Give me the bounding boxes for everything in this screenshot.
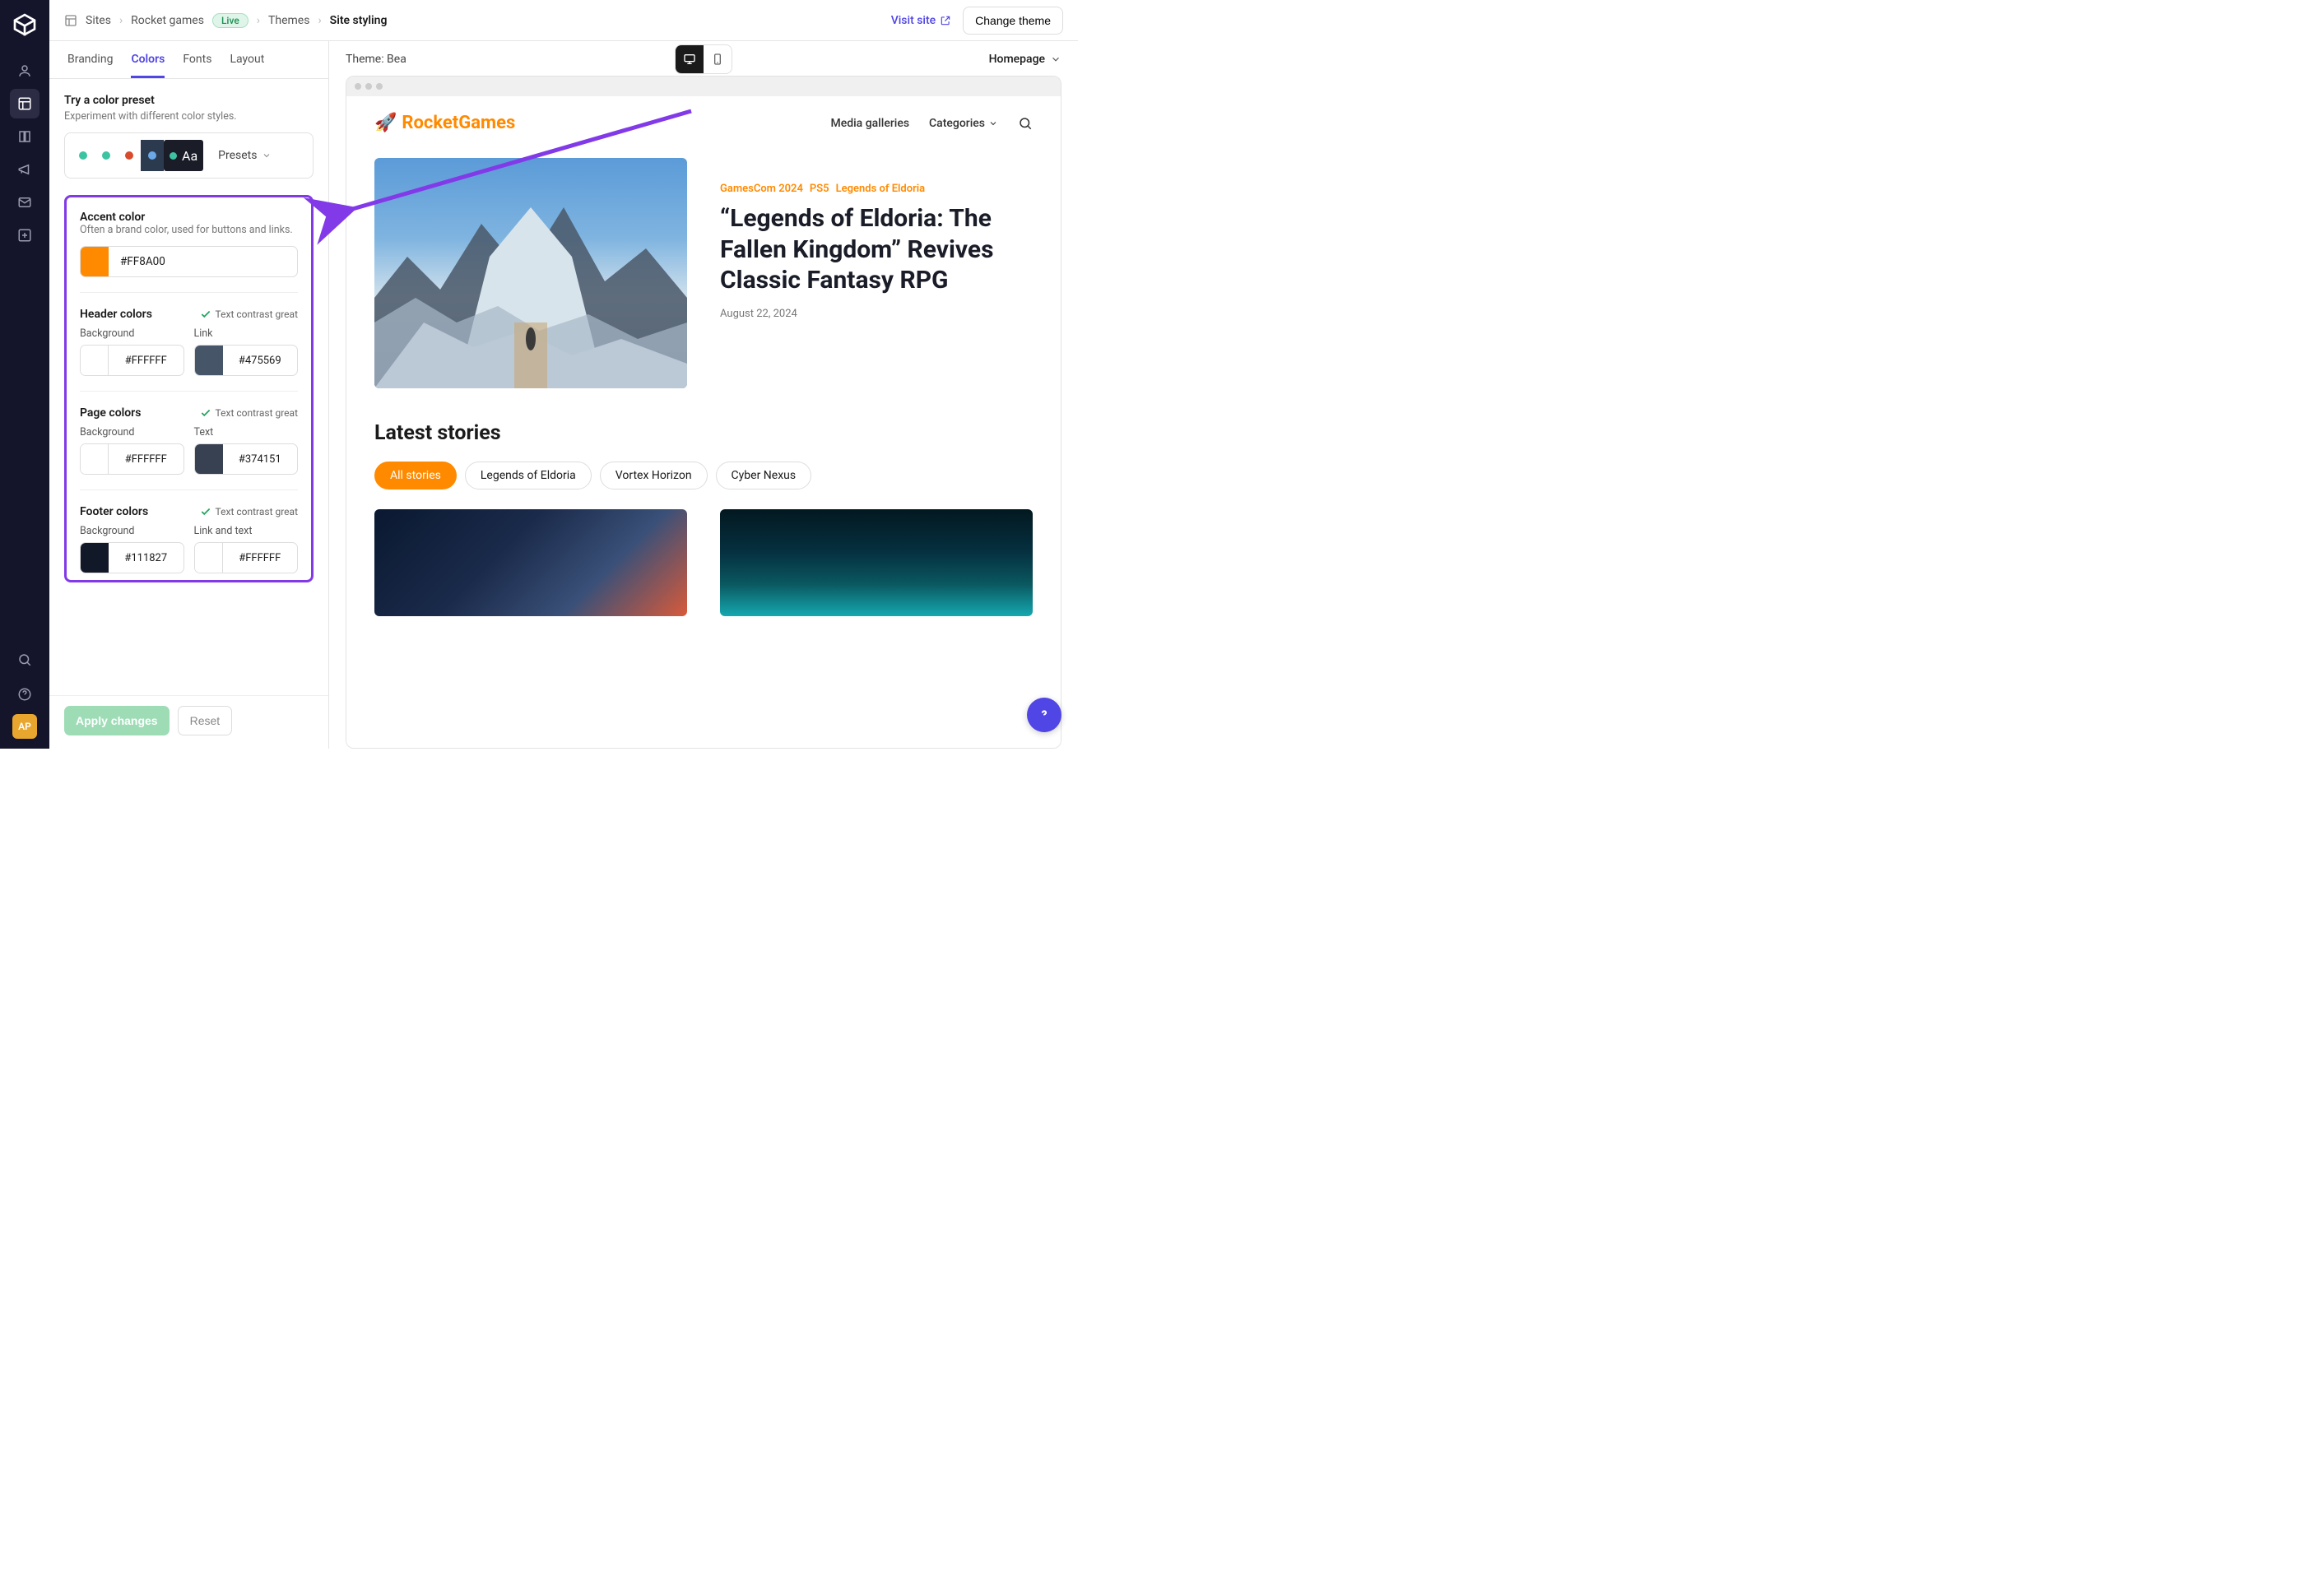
page-text-label: Text [194, 426, 299, 438]
accent-swatch [81, 247, 109, 276]
browser-chrome [346, 77, 1061, 96]
page-selector[interactable]: Homepage [989, 53, 1061, 66]
accent-sub: Often a brand color, used for buttons an… [80, 224, 298, 236]
check-icon [200, 407, 211, 419]
contrast-indicator: Text contrast great [200, 309, 298, 320]
pill-all-stories[interactable]: All stories [374, 462, 457, 489]
header-colors-title: Header colors [80, 308, 152, 321]
footer-linktext-input[interactable]: #FFFFFF [194, 542, 299, 573]
preview-browser: 🚀RocketGames Media galleries Categories [346, 76, 1061, 749]
nav-plus-icon[interactable] [10, 220, 39, 250]
chevron-down-icon [262, 151, 272, 160]
pill-vortex[interactable]: Vortex Horizon [600, 462, 708, 489]
nav-search-icon[interactable] [10, 645, 39, 675]
latest-stories-heading: Latest stories [374, 421, 1033, 445]
nav-help-icon[interactable] [10, 680, 39, 709]
breadcrumb-site-name[interactable]: Rocket games [131, 14, 204, 27]
hero-image [374, 158, 687, 388]
preset-title: Try a color preset [64, 94, 314, 107]
hero-date: August 22, 2024 [720, 308, 1033, 320]
topbar: Sites › Rocket games Live › Themes › Sit… [49, 0, 1078, 41]
breadcrumb-current: Site styling [330, 14, 388, 27]
hero-tag[interactable]: GamesCom 2024 [720, 183, 803, 195]
accent-value: #FF8A00 [109, 247, 177, 276]
contrast-indicator: Text contrast great [200, 506, 298, 517]
layout-icon [64, 14, 77, 27]
header-link-label: Link [194, 327, 299, 340]
preset-selector[interactable]: Aa Presets [64, 132, 314, 179]
story-card[interactable] [374, 509, 687, 616]
contrast-indicator: Text contrast great [200, 407, 298, 419]
hero-title: “Legends of Eldoria: The Fallen Kingdom”… [720, 203, 1033, 296]
nav-media-galleries[interactable]: Media galleries [830, 117, 909, 130]
tab-layout[interactable]: Layout [230, 53, 264, 78]
nav-people-icon[interactable] [10, 56, 39, 86]
mobile-icon [711, 53, 724, 66]
chevron-down-icon [988, 118, 998, 128]
footer-bg-input[interactable]: #111827 [80, 542, 184, 573]
chevron-right-icon: › [257, 14, 260, 27]
nav-book-icon[interactable] [10, 122, 39, 151]
footer-bg-label: Background [80, 525, 184, 537]
preview-area: Theme: Bea Homepage 🚀Roc [329, 41, 1078, 749]
nav-layout-icon[interactable] [10, 89, 39, 118]
chevron-right-icon: › [119, 14, 123, 27]
rocket-icon: 🚀 [374, 113, 397, 133]
help-icon [1036, 707, 1052, 723]
story-card[interactable] [720, 509, 1033, 616]
hero-tag[interactable]: Legends of Eldoria [836, 183, 926, 195]
page-text-input[interactable]: #374151 [194, 443, 299, 475]
main-nav: AP [0, 0, 49, 749]
check-icon [200, 506, 211, 517]
page-bg-label: Background [80, 426, 184, 438]
accent-color-input[interactable]: #FF8A00 [80, 246, 298, 277]
header-bg-label: Background [80, 327, 184, 340]
traffic-light-icon [365, 83, 372, 90]
live-badge: Live [212, 13, 249, 28]
accent-title: Accent color [80, 211, 298, 224]
external-link-icon [940, 15, 951, 26]
search-icon[interactable] [1018, 116, 1033, 131]
preset-sub: Experiment with different color styles. [64, 110, 314, 123]
chevron-right-icon: › [318, 14, 321, 27]
user-avatar[interactable]: AP [12, 714, 37, 739]
pill-cyber[interactable]: Cyber Nexus [716, 462, 812, 489]
traffic-light-icon [376, 83, 383, 90]
footer-linktext-label: Link and text [194, 525, 299, 537]
nav-megaphone-icon[interactable] [10, 155, 39, 184]
traffic-light-icon [355, 83, 361, 90]
desktop-icon [683, 53, 696, 66]
check-icon [200, 309, 211, 320]
presets-dropdown[interactable]: Presets [211, 144, 278, 167]
pill-legends[interactable]: Legends of Eldoria [465, 462, 592, 489]
desktop-view-button[interactable] [676, 45, 704, 73]
nav-mail-icon[interactable] [10, 188, 39, 217]
device-toggle [675, 44, 732, 74]
mobile-view-button[interactable] [704, 45, 732, 73]
change-theme-button[interactable]: Change theme [963, 7, 1063, 35]
help-fab[interactable] [1027, 698, 1061, 732]
tab-branding[interactable]: Branding [67, 53, 113, 78]
tab-fonts[interactable]: Fonts [183, 53, 211, 78]
page-colors-title: Page colors [80, 406, 141, 420]
tab-colors[interactable]: Colors [131, 53, 165, 78]
header-bg-input[interactable]: #FFFFFF [80, 345, 184, 376]
color-settings-highlight: Accent color Often a brand color, used f… [64, 195, 314, 582]
site-logo[interactable]: 🚀RocketGames [374, 113, 515, 133]
nav-categories[interactable]: Categories [929, 117, 998, 130]
header-link-input[interactable]: #475569 [194, 345, 299, 376]
visit-site-link[interactable]: Visit site [891, 14, 951, 27]
breadcrumb-sites[interactable]: Sites [86, 14, 111, 27]
breadcrumb-themes[interactable]: Themes [268, 14, 309, 27]
theme-label: Theme: Bea [346, 53, 406, 66]
footer-colors-title: Footer colors [80, 505, 148, 518]
style-panel: Branding Colors Fonts Layout Try a color… [49, 41, 329, 749]
hero-tag[interactable]: PS5 [810, 183, 829, 195]
app-logo [12, 12, 38, 38]
chevron-down-icon [1050, 53, 1061, 65]
reset-button[interactable]: Reset [178, 706, 233, 735]
apply-changes-button[interactable]: Apply changes [64, 706, 170, 735]
page-bg-input[interactable]: #FFFFFF [80, 443, 184, 475]
